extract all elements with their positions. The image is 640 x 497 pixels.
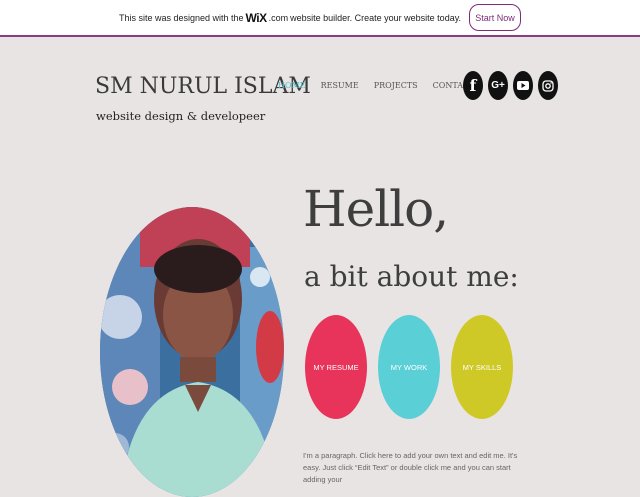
wix-logo[interactable]: WiX	[246, 11, 268, 25]
nav-resume[interactable]: RESUME	[321, 81, 359, 90]
my-resume-button[interactable]: MY RESUME	[305, 315, 367, 419]
main-nav: HOME RESUME PROJECTS CONTACT	[278, 81, 474, 90]
wix-logo-suffix: .com	[268, 12, 289, 23]
profile-photo-image	[100, 207, 284, 497]
nav-home[interactable]: HOME	[278, 81, 306, 90]
wix-banner: This site was designed with the WiX .com …	[0, 0, 640, 37]
instagram-icon[interactable]	[538, 71, 558, 100]
nav-projects[interactable]: PROJECTS	[374, 81, 418, 90]
facebook-icon[interactable]: f	[463, 71, 483, 100]
wix-banner-text: This site was designed with the WiX .com …	[119, 11, 461, 25]
google-plus-icon[interactable]: G+	[488, 71, 508, 100]
social-bar: f G+	[463, 71, 558, 100]
my-work-button[interactable]: MY WORK	[378, 315, 440, 419]
facebook-glyph: f	[469, 76, 477, 95]
hero-hello: Hello,	[303, 180, 449, 238]
hero-subtitle: a bit about me:	[304, 260, 519, 293]
profile-photo	[100, 207, 284, 497]
banner-text-after: website builder. Create your website tod…	[290, 12, 462, 23]
youtube-icon[interactable]	[513, 71, 533, 100]
site-tagline: website design & developeer	[96, 109, 266, 123]
banner-text-before: This site was designed with the	[118, 12, 244, 23]
google-plus-glyph: G+	[491, 80, 505, 91]
my-skills-button[interactable]: MY SKILLS	[451, 315, 513, 419]
start-now-button[interactable]: Start Now	[469, 4, 522, 31]
about-paragraph: I'm a paragraph. Click here to add your …	[303, 451, 518, 484]
